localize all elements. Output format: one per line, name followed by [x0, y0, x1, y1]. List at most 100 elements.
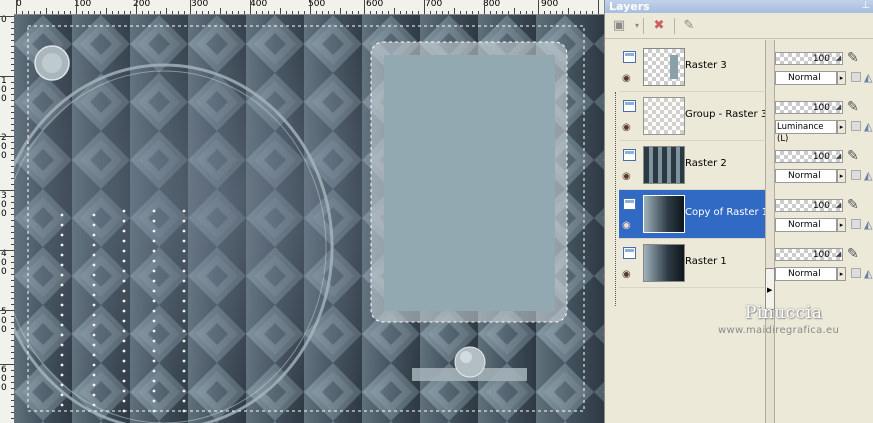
- ruler-tick: [556, 11, 557, 14]
- dropdown-arrow-icon[interactable]: ▾: [627, 17, 647, 35]
- ruler-tick: [22, 11, 23, 14]
- brush-icon[interactable]: ✎: [847, 197, 859, 213]
- opacity-slider[interactable]: 100 ◢: [775, 150, 843, 163]
- link-icon[interactable]: ◭: [864, 120, 872, 133]
- decor-dot: [182, 219, 186, 223]
- blend-mode-select[interactable]: Normal: [775, 71, 837, 85]
- opacity-slider[interactable]: 100 ◢: [775, 52, 843, 65]
- layer-row[interactable]: ◉ Raster 1: [619, 239, 765, 287]
- blend-dropdown-arrow-icon[interactable]: ▸: [837, 169, 846, 183]
- decor-dot: [182, 259, 186, 263]
- decor-dot: [122, 229, 126, 233]
- blend-mode-select[interactable]: Normal: [775, 218, 837, 232]
- ruler-tick: [268, 11, 269, 14]
- ruler-tick: [70, 11, 71, 14]
- decor-dot: [182, 309, 186, 313]
- ruler-tick: [40, 11, 41, 14]
- eye-visibility-icon[interactable]: ◉: [622, 122, 631, 133]
- ruler-tick: [112, 11, 113, 14]
- ruler-tick: [250, 0, 251, 14]
- blend-dropdown-arrow-icon[interactable]: ▸: [837, 120, 846, 134]
- decor-dot: [122, 369, 126, 373]
- decor-dot: [152, 269, 156, 273]
- decor-dot: [92, 343, 96, 347]
- brush-icon[interactable]: ✎: [847, 148, 859, 164]
- lock-icon[interactable]: [851, 268, 861, 278]
- lock-icon[interactable]: [851, 170, 861, 180]
- lock-icon[interactable]: [851, 219, 861, 229]
- eye-visibility-icon[interactable]: ◉: [622, 269, 631, 280]
- ruler-top-label: 900: [541, 0, 559, 9]
- blend-dropdown-arrow-icon[interactable]: ▸: [837, 267, 846, 281]
- ruler-tick: [28, 11, 29, 14]
- ruler-tick: [184, 11, 185, 14]
- opacity-arrow-icon[interactable]: ◢: [836, 250, 841, 258]
- decor-dot: [122, 299, 126, 303]
- ruler-tick: [460, 11, 461, 14]
- decor-dot: [152, 369, 156, 373]
- decor-dot: [152, 209, 156, 213]
- layer-row-selected[interactable]: ◉ Copy of Raster 1: [619, 190, 768, 238]
- pin-icon[interactable]: ⊥: [861, 0, 870, 11]
- ruler-tick: [232, 11, 233, 14]
- blend-dropdown-arrow-icon[interactable]: ▸: [837, 71, 846, 85]
- ruler-tick: [64, 11, 65, 14]
- lock-icon[interactable]: [851, 72, 861, 82]
- decor-dot: [152, 329, 156, 333]
- blend-mode-select[interactable]: Luminance (L): [775, 120, 837, 144]
- new-raster-layer-icon[interactable]: ▣: [609, 17, 629, 35]
- edit-selection-icon[interactable]: ✎: [679, 17, 699, 35]
- layer-row[interactable]: ◉ Raster 2: [619, 141, 765, 189]
- ruler-tick: [76, 0, 77, 14]
- decor-dot: [152, 319, 156, 323]
- opacity-slider[interactable]: 100 ◢: [775, 199, 843, 212]
- decor-dot: [182, 289, 186, 293]
- ruler-tick: [148, 11, 149, 14]
- palette-splitter[interactable]: ▶: [765, 40, 775, 423]
- blend-dropdown-arrow-icon[interactable]: ▸: [837, 218, 846, 232]
- ruler-tick: [0, 136, 14, 137]
- opacity-slider[interactable]: 100 ◢: [775, 101, 843, 114]
- ruler-tick: [256, 11, 257, 14]
- raster-layer-icon: [623, 198, 636, 210]
- opacity-arrow-icon[interactable]: ◢: [836, 201, 841, 209]
- ruler-tick: [46, 8, 47, 14]
- decor-dot: [92, 253, 96, 257]
- opacity-slider[interactable]: 100 ◢: [775, 248, 843, 261]
- blend-mode-select[interactable]: Normal: [775, 169, 837, 183]
- decor-dot: [122, 249, 126, 253]
- link-icon[interactable]: ◭: [864, 267, 872, 280]
- link-icon[interactable]: ◭: [864, 71, 872, 84]
- link-icon[interactable]: ◭: [864, 169, 872, 182]
- brush-icon[interactable]: ✎: [847, 99, 859, 115]
- opacity-arrow-icon[interactable]: ◢: [836, 152, 841, 160]
- opacity-arrow-icon[interactable]: ◢: [836, 54, 841, 62]
- lock-icon[interactable]: [851, 121, 861, 131]
- link-icon[interactable]: ◭: [864, 218, 872, 231]
- opacity-arrow-icon[interactable]: ◢: [836, 103, 841, 111]
- decor-dot: [122, 349, 126, 353]
- ruler-tick: [586, 11, 587, 14]
- ruler-tick: [100, 11, 101, 14]
- ruler-tick: [286, 11, 287, 14]
- eye-visibility-icon[interactable]: ◉: [622, 73, 631, 84]
- decor-dot: [122, 379, 126, 383]
- decor-dot: [122, 209, 126, 213]
- layer-row[interactable]: ◉ Group - Raster 3: [619, 92, 767, 140]
- delete-layer-icon[interactable]: ✖: [649, 17, 669, 35]
- ruler-tick: [316, 11, 317, 14]
- expand-arrow-icon[interactable]: ▶: [767, 286, 772, 294]
- eye-visibility-icon[interactable]: ◉: [622, 220, 631, 231]
- decor-dot: [182, 369, 186, 373]
- layer-properties-column: 100 ◢ ✎ Normal ▸ ◭ 100 ◢ ✎ Luminance (L)…: [775, 40, 873, 290]
- ruler-tick: [388, 11, 389, 14]
- layer-row[interactable]: ◉ Raster 3: [619, 43, 765, 91]
- ruler-tick: [0, 364, 14, 365]
- image-canvas[interactable]: [14, 15, 604, 423]
- ruler-tick: [310, 0, 311, 14]
- layer-props-row: 100 ◢ ✎ Normal ▸ ◭: [775, 190, 873, 238]
- brush-icon[interactable]: ✎: [847, 246, 859, 262]
- brush-icon[interactable]: ✎: [847, 50, 859, 66]
- eye-visibility-icon[interactable]: ◉: [622, 171, 631, 182]
- blend-mode-select[interactable]: Normal: [775, 267, 837, 281]
